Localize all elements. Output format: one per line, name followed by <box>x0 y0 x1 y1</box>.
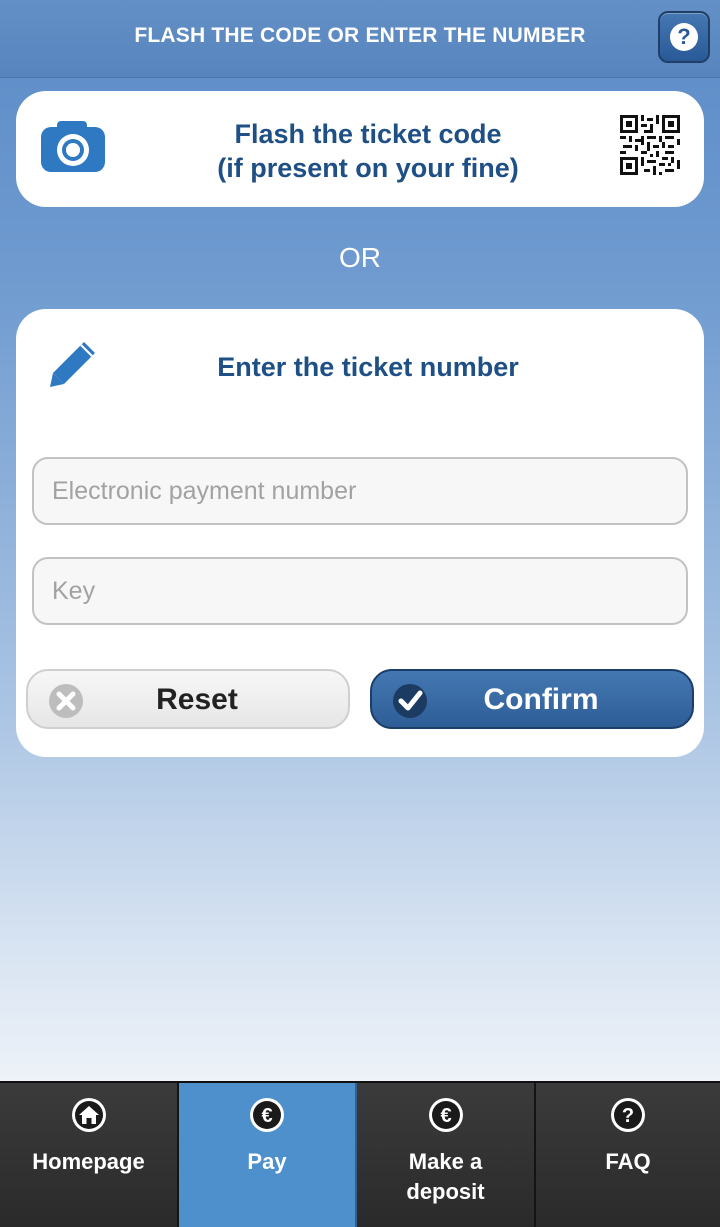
flash-code-card[interactable]: Flash the ticket code (if present on you… <box>16 91 704 207</box>
confirm-button[interactable]: Confirm <box>370 669 694 729</box>
enter-number-card: Enter the ticket number Reset Confirm <box>16 309 704 757</box>
check-circle-icon <box>393 684 427 718</box>
tab-label: Make a deposit <box>357 1147 534 1207</box>
home-icon <box>71 1098 106 1132</box>
enter-number-title: Enter the ticket number <box>217 352 519 382</box>
page-title: FLASH THE CODE OR ENTER THE NUMBER <box>134 24 586 47</box>
tab-faq[interactable]: ? FAQ <box>536 1083 720 1227</box>
tab-pay[interactable]: € Pay <box>179 1083 357 1227</box>
svg-text:?: ? <box>622 1105 634 1127</box>
tab-label-line2: deposit <box>406 1179 485 1204</box>
flash-code-title-line1: Flash the ticket code <box>234 119 502 149</box>
flash-code-title: Flash the ticket code (if present on you… <box>166 117 570 185</box>
tab-label-line1: FAQ <box>605 1149 651 1174</box>
tab-label: Homepage <box>0 1147 177 1177</box>
confirm-label: Confirm <box>483 683 599 716</box>
electronic-payment-number-input[interactable] <box>32 457 688 525</box>
pencil-icon <box>50 342 95 387</box>
close-circle-icon <box>49 684 83 718</box>
help-button[interactable]: ? <box>658 11 710 63</box>
tab-make-deposit[interactable]: € Make a deposit <box>357 1083 536 1227</box>
or-separator: OR <box>339 242 381 273</box>
tab-label-line1: Pay <box>247 1149 287 1174</box>
reset-button[interactable]: Reset <box>26 669 350 729</box>
qr-code-icon <box>620 115 680 175</box>
svg-text:€: € <box>440 1105 451 1127</box>
question-icon: ? <box>670 23 698 51</box>
key-input[interactable] <box>32 557 688 625</box>
tab-label-line1: Homepage <box>32 1149 145 1174</box>
euro-icon: € <box>250 1098 284 1132</box>
flash-code-title-line2: (if present on your fine) <box>217 153 519 183</box>
tab-label-line1: Make a <box>408 1149 483 1174</box>
camera-icon <box>41 121 105 172</box>
bottom-tab-bar: Homepage € Pay € Make a deposit ? FAQ <box>0 1081 720 1227</box>
top-bar: FLASH THE CODE OR ENTER THE NUMBER ? <box>0 0 720 78</box>
svg-text:?: ? <box>677 24 690 49</box>
tab-label: Pay <box>179 1147 355 1177</box>
euro-icon: € <box>428 1098 463 1132</box>
reset-label: Reset <box>156 683 238 716</box>
tab-label: FAQ <box>536 1147 720 1177</box>
question-icon: ? <box>611 1098 645 1132</box>
tab-homepage[interactable]: Homepage <box>0 1083 179 1227</box>
svg-text:€: € <box>261 1105 272 1127</box>
